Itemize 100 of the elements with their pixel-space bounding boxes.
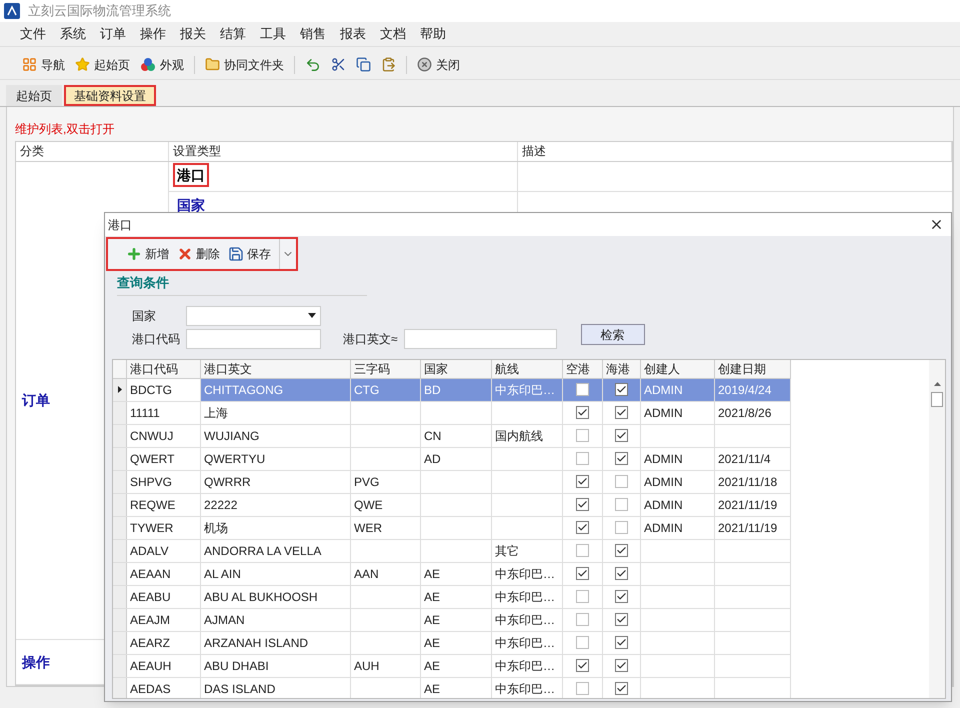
input-field[interactable] bbox=[186, 328, 321, 348]
toolbar-button[interactable]: 关闭 bbox=[417, 56, 460, 74]
checkbox[interactable] bbox=[615, 406, 628, 419]
table-cell-text: QWE bbox=[354, 496, 383, 514]
toolbar-button[interactable]: 起始页 bbox=[75, 56, 130, 74]
toolbar-button[interactable]: 新增 bbox=[126, 245, 169, 263]
column-header: 航线 bbox=[492, 360, 563, 378]
table-cell-text: AEABU bbox=[130, 588, 171, 606]
column-header: 创建人 bbox=[641, 360, 715, 378]
table-cell-text: BD bbox=[424, 382, 441, 398]
table-row[interactable]: AEAJM AJMAN AE 中东印巴… bbox=[113, 608, 791, 632]
checkbox[interactable] bbox=[576, 682, 589, 695]
checkbox[interactable] bbox=[615, 544, 628, 557]
table-row[interactable]: AEARZ ARZANAH ISLAND AE 中东印巴… bbox=[113, 632, 791, 654]
menu-item[interactable]: 系统 bbox=[60, 24, 86, 44]
menu-item[interactable]: 报表 bbox=[340, 24, 366, 44]
toolbar-button[interactable]: 外观 bbox=[140, 56, 184, 74]
table-row[interactable]: 11111 上海 ADMIN 2021/8/26 bbox=[113, 402, 791, 424]
menu-item[interactable]: 报关 bbox=[180, 24, 206, 44]
checkbox[interactable] bbox=[615, 659, 628, 672]
checkbox[interactable] bbox=[576, 498, 589, 511]
menu-item[interactable]: 结算 bbox=[220, 24, 246, 44]
checkbox[interactable] bbox=[615, 636, 628, 649]
row-pointer-icon bbox=[118, 386, 122, 393]
scissors-icon[interactable] bbox=[331, 57, 346, 72]
dropdown-arrow-icon bbox=[308, 313, 316, 318]
toolbar-button[interactable]: 保存 bbox=[228, 245, 271, 263]
checkbox[interactable] bbox=[615, 521, 628, 534]
checkbox[interactable] bbox=[615, 613, 628, 626]
column-header: 海港 bbox=[603, 360, 641, 378]
menu-item[interactable]: 销售 bbox=[300, 24, 326, 44]
table-cell-text: SHPVG bbox=[130, 474, 172, 490]
checkbox[interactable] bbox=[576, 452, 589, 465]
table-cell-text: WER bbox=[354, 520, 382, 536]
table-cell-text: AE bbox=[424, 634, 440, 652]
table-row[interactable]: QWERT QWERTYU AD ADMIN 2021/11/4 bbox=[113, 448, 791, 470]
checkbox[interactable] bbox=[576, 659, 589, 672]
copy-icon[interactable] bbox=[356, 57, 371, 72]
checkbox[interactable] bbox=[615, 452, 628, 465]
checkbox[interactable] bbox=[576, 544, 589, 557]
checkbox[interactable] bbox=[615, 567, 628, 580]
toolbar-button[interactable]: 删除 bbox=[177, 245, 220, 263]
menu-item[interactable]: 文档 bbox=[380, 24, 406, 44]
checkbox[interactable] bbox=[576, 521, 589, 534]
menu-item[interactable]: 订单 bbox=[100, 24, 126, 44]
menu-item[interactable]: 帮助 bbox=[420, 24, 446, 44]
table-cell-text: CTG bbox=[354, 382, 380, 398]
checkbox[interactable] bbox=[615, 498, 628, 511]
table-row[interactable]: AEAAN AL AIN AAN AE 中东印巴… bbox=[113, 562, 791, 586]
table-row[interactable]: BDCTG CHITTAGONG CTG BD 中东印巴… ADMIN 2019/4/24 bbox=[113, 378, 791, 402]
table-row[interactable]: AEDAS DAS ISLAND AE 中东印巴… bbox=[113, 678, 791, 698]
menu-item[interactable]: 操作 bbox=[140, 24, 166, 44]
input-field[interactable] bbox=[404, 328, 557, 348]
table-row[interactable]: ADALV ANDORRA LA VELLA 其它 bbox=[113, 540, 791, 562]
checkbox[interactable] bbox=[576, 567, 589, 580]
checkbox[interactable] bbox=[576, 383, 589, 396]
table-row[interactable]: AEAUH ABU DHABI AUH AE 中东印巴… bbox=[113, 654, 791, 678]
tab[interactable]: 基础资料设置 bbox=[64, 85, 156, 106]
checkbox[interactable] bbox=[615, 682, 628, 695]
table-cell-text: ADMIN bbox=[644, 520, 683, 536]
table-cell-text: WUJIANG bbox=[204, 428, 260, 444]
table-cell-text: ADMIN bbox=[644, 474, 683, 490]
undo-icon[interactable] bbox=[305, 56, 321, 72]
setting-type[interactable]: 港口 bbox=[173, 163, 209, 187]
tab[interactable]: 起始页 bbox=[6, 85, 62, 106]
checkbox[interactable] bbox=[615, 383, 628, 396]
checkbox[interactable] bbox=[576, 613, 589, 626]
column-header: 港口英文 bbox=[201, 360, 351, 378]
paste-icon[interactable] bbox=[381, 57, 396, 72]
scroll-up-icon[interactable] bbox=[934, 382, 940, 386]
toolbar-button[interactable]: 协同文件夹 bbox=[205, 56, 284, 74]
checkbox[interactable] bbox=[576, 590, 589, 603]
checkbox[interactable] bbox=[576, 406, 589, 419]
scrollbar[interactable] bbox=[929, 360, 945, 698]
table-row[interactable]: TYWER 机场 WER ADMIN 2021/11/19 bbox=[113, 516, 791, 540]
table-row[interactable]: REQWE 22222 QWE ADMIN 2021/11/19 bbox=[113, 494, 791, 516]
checkbox[interactable] bbox=[576, 429, 589, 442]
checkbox[interactable] bbox=[615, 429, 628, 442]
table-row[interactable]: AEABU ABU AL BUKHOOSH AE 中东印巴… bbox=[113, 586, 791, 608]
star-icon bbox=[75, 57, 90, 72]
table-cell-text: 11111 bbox=[130, 404, 160, 422]
table-row[interactable]: SHPVG QWRRR PVG ADMIN 2021/11/18 bbox=[113, 470, 791, 494]
delete-icon bbox=[177, 246, 193, 262]
plus-icon bbox=[126, 246, 142, 262]
checkbox[interactable] bbox=[615, 590, 628, 603]
checkbox[interactable] bbox=[576, 475, 589, 488]
toolbar-button[interactable]: 导航 bbox=[22, 56, 65, 74]
table-cell-text: ADMIN bbox=[644, 404, 683, 422]
menu-item[interactable]: 工具 bbox=[260, 24, 286, 44]
close-icon[interactable] bbox=[929, 217, 944, 232]
table-cell-text: AJMAN bbox=[204, 612, 245, 628]
checkbox[interactable] bbox=[615, 475, 628, 488]
checkbox[interactable] bbox=[576, 636, 589, 649]
table-cell-text: PVG bbox=[354, 474, 380, 490]
search-button[interactable]: 检索 bbox=[580, 324, 645, 345]
scroll-thumb[interactable] bbox=[931, 392, 943, 406]
table-cell-text: 中东印巴… bbox=[495, 382, 555, 398]
table-cell-text: 中东印巴… bbox=[495, 588, 555, 606]
table-row[interactable]: CNWUJ WUJIANG CN 国内航线 bbox=[113, 424, 791, 448]
menu-item[interactable]: 文件 bbox=[20, 24, 46, 44]
